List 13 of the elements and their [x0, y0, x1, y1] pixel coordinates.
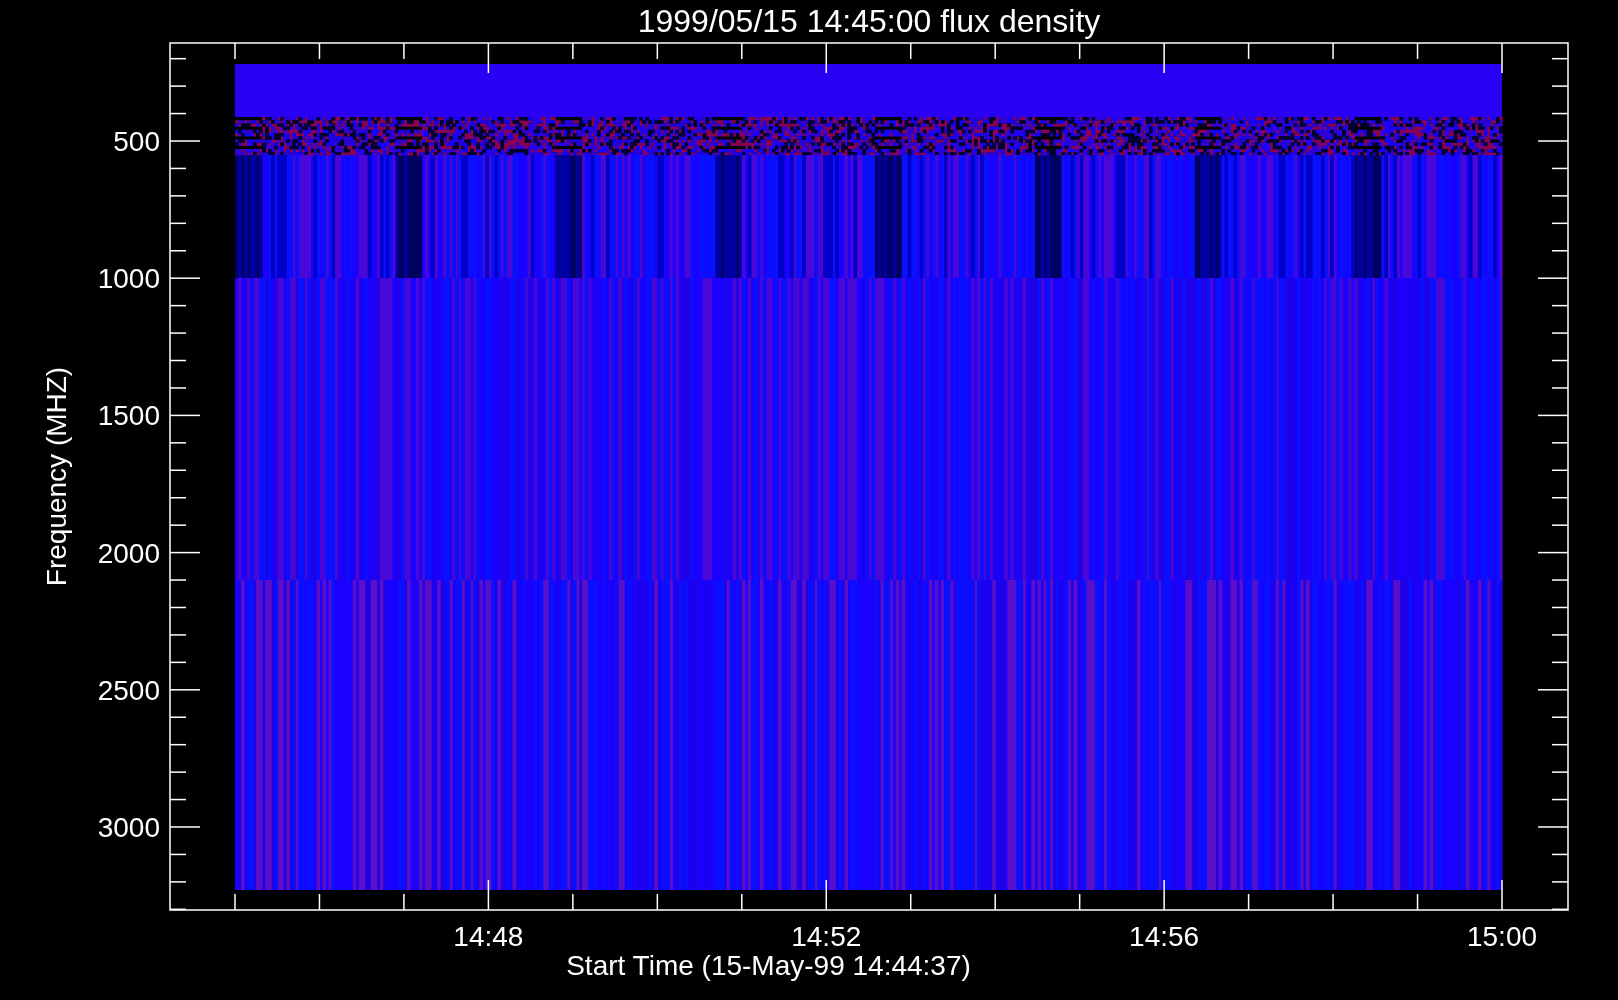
- x-tick-label: 14:48: [453, 921, 524, 952]
- y-tick-label: 1500: [97, 400, 160, 432]
- y-tick-label: 2000: [97, 537, 160, 569]
- y-axis-title: Frequency (MHZ): [41, 366, 72, 587]
- y-tick-label: 2500: [97, 674, 160, 706]
- y-tick-label: 1000: [97, 263, 160, 295]
- x-tick-label: 14:52: [791, 921, 862, 952]
- x-axis-title: Start Time (15-May-99 14:44:37): [566, 950, 971, 981]
- x-tick-label: 15:00: [1466, 921, 1538, 952]
- x-tick-label: 14:56: [1129, 921, 1200, 952]
- chart-title: 1999/05/15 14:45:00 flux density: [637, 3, 1101, 39]
- y-tick-label: 3000: [97, 812, 160, 843]
- y-tick-label: 500: [113, 126, 160, 157]
